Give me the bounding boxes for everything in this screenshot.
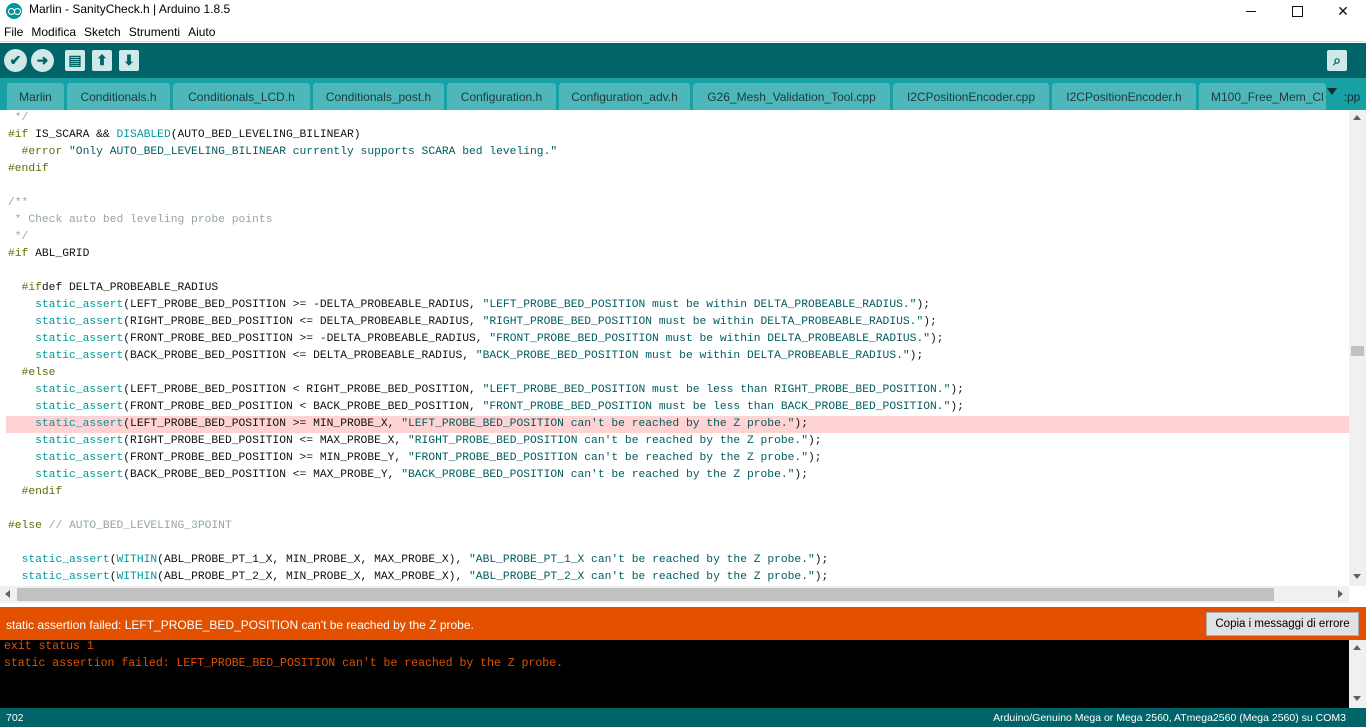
open-sketch-button[interactable]: ⬆ — [92, 50, 112, 71]
code-line: static_assert(WITHIN(ABL_PROBE_PT_2_X, M… — [21, 571, 829, 583]
tab-g26-mesh[interactable]: G26_Mesh_Validation_Tool.cpp — [693, 83, 890, 110]
code-line: #error "Only AUTO_BED_LEVELING_BILINEAR … — [21, 146, 558, 158]
code-editor[interactable]: */ #if IS_SCARA && DISABLED(AUTO_BED_LEVE… — [0, 110, 1349, 586]
code-line: #else — [21, 367, 56, 379]
code-line: #endif — [21, 486, 63, 498]
tab-i2c-encoder-cpp[interactable]: I2CPositionEncoder.cpp — [893, 83, 1049, 110]
code-line: #if IS_SCARA && DISABLED(AUTO_BED_LEVELI… — [8, 129, 361, 141]
magnifier-icon: ⌕ — [1333, 52, 1341, 68]
code-line: static_assert(BACK_PROBE_BED_POSITION <=… — [35, 469, 808, 481]
menu-sketch[interactable]: Sketch — [84, 25, 121, 39]
code-line: static_assert(WITHIN(ABL_PROBE_PT_1_X, M… — [21, 554, 829, 566]
code-line: * Check auto bed leveling probe points — [8, 214, 273, 226]
save-sketch-button[interactable]: ⬇ — [119, 50, 139, 71]
scroll-thumb[interactable] — [1351, 346, 1364, 356]
tab-menu-icon[interactable] — [1327, 88, 1337, 95]
code-line: #endif — [8, 163, 49, 175]
board-info: Arduino/Genuino Mega or Mega 2560, ATmeg… — [993, 712, 1346, 724]
editor-horizontal-scrollbar[interactable] — [0, 586, 1349, 603]
error-status-bar: static assertion failed: LEFT_PROBE_BED_… — [0, 607, 1366, 640]
scroll-down-icon[interactable] — [1353, 696, 1361, 701]
tab-m100-free-mem[interactable]: M100_Free_Mem_Cl — [1199, 83, 1326, 110]
window-title: Marlin - SanityCheck.h | Arduino 1.8.5 — [29, 2, 231, 16]
tab-configuration[interactable]: Configuration.h — [447, 83, 556, 110]
code-line: static_assert(LEFT_PROBE_BED_POSITION < … — [35, 384, 964, 396]
title-bar: Marlin - SanityCheck.h | Arduino 1.8.5 ✕ — [0, 0, 1366, 22]
new-file-icon: ▤ — [68, 52, 82, 68]
code-line: */ — [8, 112, 29, 124]
error-message: static assertion failed: LEFT_PROBE_BED_… — [6, 618, 474, 632]
code-line: static_assert(FRONT_PROBE_BED_POSITION >… — [35, 333, 944, 345]
menu-modifica[interactable]: Modifica — [31, 25, 76, 39]
scroll-up-icon[interactable] — [1353, 645, 1361, 650]
console-line: exit status 1 — [4, 640, 94, 653]
code-line: static_assert(LEFT_PROBE_BED_POSITION >=… — [35, 299, 931, 311]
tab-i2c-encoder-h[interactable]: I2CPositionEncoder.h — [1052, 83, 1196, 110]
console-output[interactable]: exit status 1 static assertion failed: L… — [0, 640, 1349, 708]
code-line: #else // AUTO_BED_LEVELING_3POINT — [8, 520, 232, 532]
arduino-logo-icon — [6, 3, 22, 19]
scroll-down-icon[interactable] — [1353, 574, 1361, 579]
upload-button[interactable]: ➜ — [31, 49, 54, 72]
tab-configuration-adv[interactable]: Configuration_adv.h — [559, 83, 690, 110]
code-line: static_assert(RIGHT_PROBE_BED_POSITION <… — [35, 316, 937, 328]
copy-error-messages-button[interactable]: Copia i messaggi di errore — [1206, 612, 1359, 636]
tab-bar: Marlin Conditionals.h Conditionals_LCD.h… — [0, 78, 1366, 110]
code-line-error: static_assert(LEFT_PROBE_BED_POSITION >=… — [6, 416, 1349, 433]
menu-file[interactable]: File — [4, 25, 23, 39]
new-sketch-button[interactable]: ▤ — [65, 50, 85, 71]
tab-conditionals-lcd[interactable]: Conditionals_LCD.h — [173, 83, 310, 110]
code-line: static_assert(FRONT_PROBE_BED_POSITION >… — [35, 452, 822, 464]
maximize-button[interactable] — [1274, 0, 1320, 22]
scroll-left-icon[interactable] — [5, 590, 10, 598]
menu-strumenti[interactable]: Strumenti — [129, 25, 180, 39]
toolbar: ✔ ➜ ▤ ⬆ ⬇ ⌕ — [0, 43, 1366, 78]
arduino-ide-window: Marlin - SanityCheck.h | Arduino 1.8.5 ✕… — [0, 0, 1366, 727]
menu-aiuto[interactable]: Aiuto — [188, 25, 215, 39]
tab-conditionals-post[interactable]: Conditionals_post.h — [313, 83, 444, 110]
tab-conditionals[interactable]: Conditionals.h — [67, 83, 170, 110]
scroll-right-icon[interactable] — [1338, 590, 1343, 598]
serial-monitor-button[interactable]: ⌕ — [1327, 50, 1347, 71]
code-line: */ — [8, 231, 29, 243]
verify-button[interactable]: ✔ — [4, 49, 27, 72]
scroll-up-icon[interactable] — [1353, 115, 1361, 120]
footer-bar: 702 Arduino/Genuino Mega or Mega 2560, A… — [0, 708, 1366, 727]
code-line: static_assert(RIGHT_PROBE_BED_POSITION <… — [35, 435, 822, 447]
tab-marlin[interactable]: Marlin — [7, 83, 64, 110]
scroll-thumb-horizontal[interactable] — [17, 588, 1274, 601]
minimize-button[interactable] — [1228, 0, 1274, 22]
console-scrollbar[interactable] — [1349, 640, 1366, 708]
arrow-up-icon: ⬆ — [96, 52, 108, 68]
arrow-right-icon: ➜ — [36, 52, 49, 68]
tab-overflow-label[interactable]: :pp — [1338, 83, 1366, 110]
arrow-down-icon: ⬇ — [123, 52, 135, 68]
line-number: 702 — [6, 712, 24, 724]
checkmark-icon: ✔ — [9, 52, 22, 68]
menu-bar: File Modifica Sketch Strumenti Aiuto — [0, 22, 1366, 42]
console-line: static assertion failed: LEFT_PROBE_BED_… — [4, 657, 563, 670]
code-line: static_assert(FRONT_PROBE_BED_POSITION <… — [35, 401, 964, 413]
editor-vertical-scrollbar[interactable] — [1349, 110, 1366, 586]
code-line: static_assert(BACK_PROBE_BED_POSITION <=… — [35, 350, 924, 362]
close-button[interactable]: ✕ — [1320, 0, 1366, 22]
code-line: #ifdef DELTA_PROBEABLE_RADIUS — [21, 282, 219, 294]
code-line: #if ABL_GRID — [8, 248, 90, 260]
code-line: /** — [8, 197, 29, 209]
